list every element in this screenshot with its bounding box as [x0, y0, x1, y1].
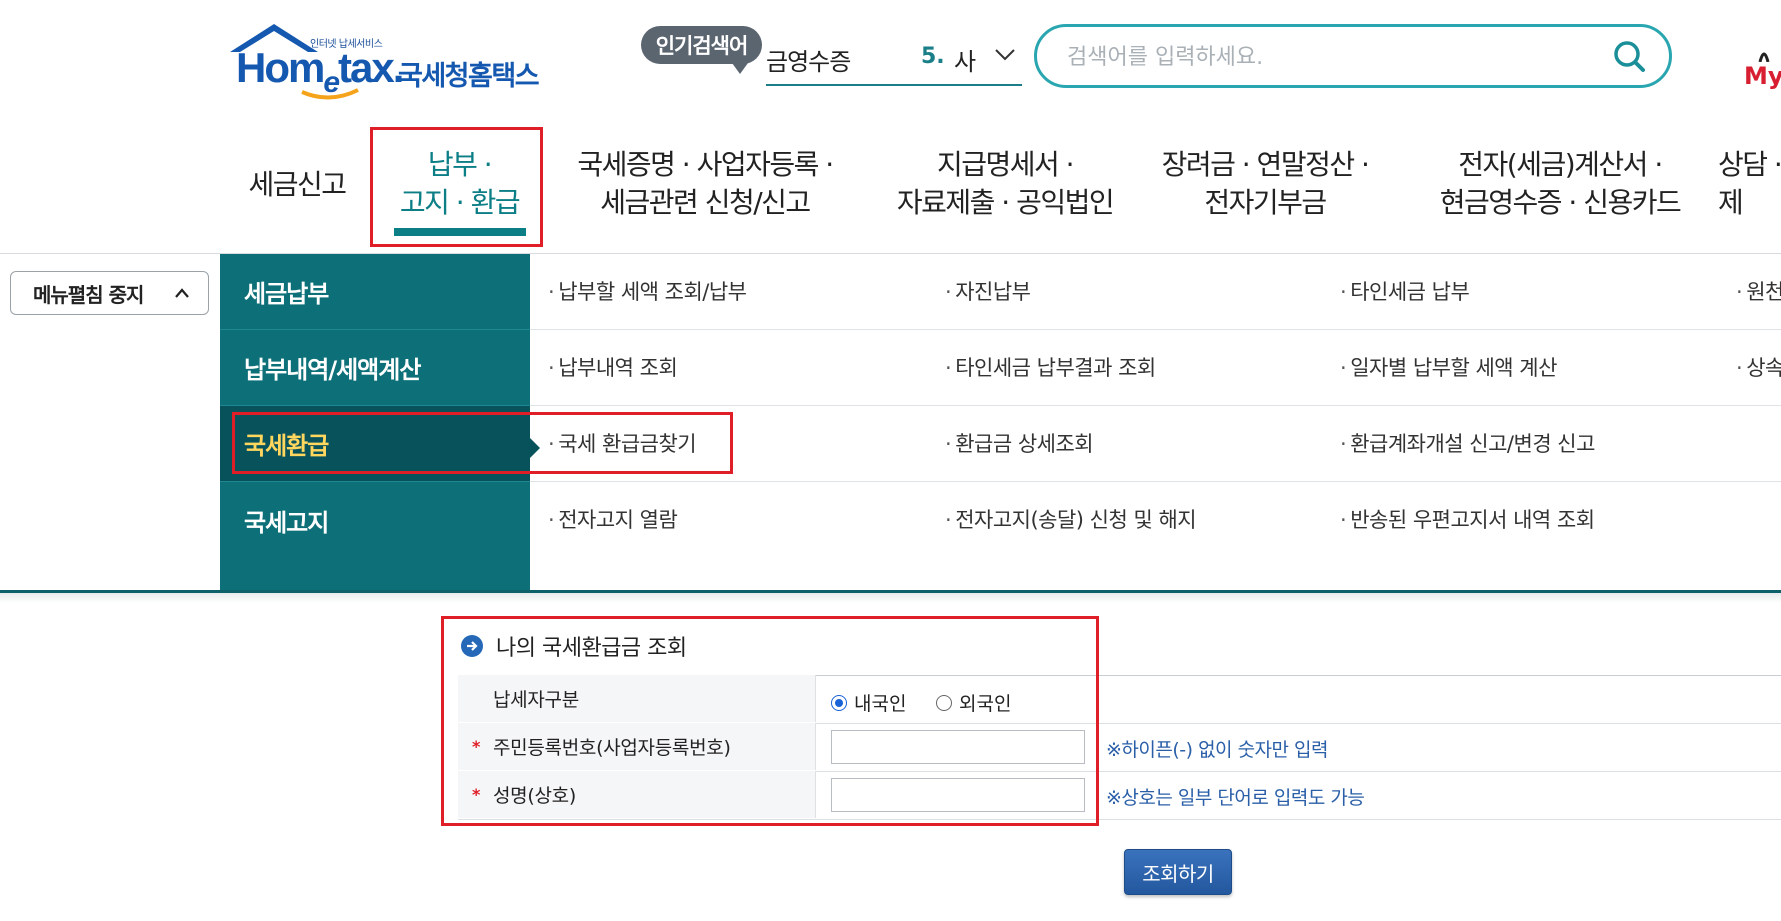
nav-electronic-invoice[interactable]: 전자(세금)계산서 · 현금영수증 · 신용카드 [1410, 146, 1710, 222]
my-label: My [1744, 62, 1781, 90]
category-payment-history[interactable]: 납부내역/세액계산 [220, 330, 530, 406]
link-refund-account[interactable]: 환급계좌개설 신고/변경 신고 [1340, 428, 1595, 458]
link-inheritance[interactable]: 상속 [1736, 352, 1781, 382]
nav-payment-statement[interactable]: 지급명세서 · 자료제출 · 공익법인 [880, 146, 1130, 222]
logo-korean-name: 국세청홈택스 [398, 61, 540, 92]
popular-search-ticker[interactable]: 금영수증 5. 사 [766, 38, 1022, 86]
nav-einvoice-line1: 전자(세금)계산서 · [1458, 148, 1663, 181]
highlight-box-refund-menu [232, 412, 733, 474]
logo-wordmark: Hometax. [236, 44, 404, 99]
my-hometax-button[interactable]: My [1744, 42, 1781, 102]
mega-menu-shadow [0, 593, 1781, 603]
search-icon[interactable] [1611, 38, 1647, 74]
lookup-button[interactable]: 조회하기 [1124, 849, 1232, 895]
nav-statement-line2: 자료제출 · 공익법인 [896, 186, 1115, 219]
link-other-payment-result[interactable]: 타인세금 납부결과 조회 [945, 352, 1156, 382]
id-number-hint: ※하이픈(-) 없이 숫자만 입력 [1106, 739, 1329, 761]
category-label: 세금납부 [244, 280, 329, 308]
stop-menu-expand-label: 메뉴펼침 중지 [33, 282, 144, 307]
category-label: 납부내역/세액계산 [244, 356, 421, 384]
nav-counsel[interactable]: 상담 · 제 [1718, 146, 1781, 222]
search-box[interactable] [1034, 24, 1672, 88]
menu-row-divider [530, 481, 1781, 482]
highlight-box-form [441, 616, 1099, 826]
link-self-payment[interactable]: 자진납부 [945, 276, 1031, 306]
link-e-notice-apply[interactable]: 전자고지(송달) 신청 및 해지 [945, 504, 1196, 534]
menu-row-divider [530, 405, 1781, 406]
popular-search-tag: 인기검색어 [641, 26, 762, 74]
user-icon [1758, 52, 1770, 63]
menu-row-divider [530, 329, 1781, 330]
link-returned-mail[interactable]: 반송된 우편고지서 내역 조회 [1340, 504, 1595, 534]
stop-menu-expand-button[interactable]: 메뉴펼침 중지 [10, 271, 209, 315]
nav-cert-line1: 국세증명 · 사업자등록 · [577, 148, 834, 181]
nav-tax-report-label: 세금신고 [248, 168, 347, 201]
category-label: 국세고지 [244, 508, 329, 537]
chevron-down-icon[interactable] [994, 48, 1016, 62]
category-tax-payment[interactable]: 세금납부 [220, 254, 530, 330]
link-withholding[interactable]: 원천 [1736, 276, 1781, 306]
nav-cert-line2: 세금관련 신청/신고 [600, 186, 811, 219]
link-e-notice-view[interactable]: 전자고지 열람 [548, 504, 678, 534]
nav-incentive-line1: 장려금 · 연말정산 · [1161, 148, 1370, 181]
nav-einvoice-line2: 현금영수증 · 신용카드 [1439, 186, 1682, 219]
popular-rank: 5. [921, 44, 945, 69]
nav-counsel-line1: 상담 · [1718, 148, 1781, 181]
logo-swoosh-icon [301, 88, 359, 100]
nav-incentive-year-end[interactable]: 장려금 · 연말정산 · 전자기부금 [1150, 146, 1380, 222]
nav-incentive-line2: 전자기부금 [1204, 186, 1327, 219]
category-tax-notice[interactable]: 국세고지 [220, 482, 530, 558]
link-payment-history[interactable]: 납부내역 조회 [548, 352, 678, 382]
search-input[interactable] [1065, 37, 1589, 77]
link-pay-tax-inquiry[interactable]: 납부할 세액 조회/납부 [548, 276, 747, 306]
nav-statement-line1: 지급명세서 · [936, 148, 1075, 181]
nav-certificate-registration[interactable]: 국세증명 · 사업자등록 · 세금관련 신청/신고 [560, 146, 850, 222]
popular-term-next[interactable]: 사 [954, 42, 976, 77]
chevron-up-icon [175, 288, 189, 298]
highlight-box-nav [370, 127, 543, 247]
hometax-logo[interactable]: 인터넷 납세서비스 Hometax. 국세청홈택스 [222, 22, 552, 102]
link-daily-tax-calc[interactable]: 일자별 납부할 세액 계산 [1340, 352, 1557, 382]
name-hint: ※상호는 일부 단어로 입력도 가능 [1106, 787, 1365, 809]
popular-term[interactable]: 금영수증 [766, 42, 851, 77]
link-refund-detail[interactable]: 환급금 상세조회 [945, 428, 1093, 458]
nav-counsel-line2: 제 [1718, 186, 1744, 219]
link-other-tax-payment[interactable]: 타인세금 납부 [1340, 276, 1470, 306]
nav-tax-report[interactable]: 세금신고 [242, 166, 352, 204]
